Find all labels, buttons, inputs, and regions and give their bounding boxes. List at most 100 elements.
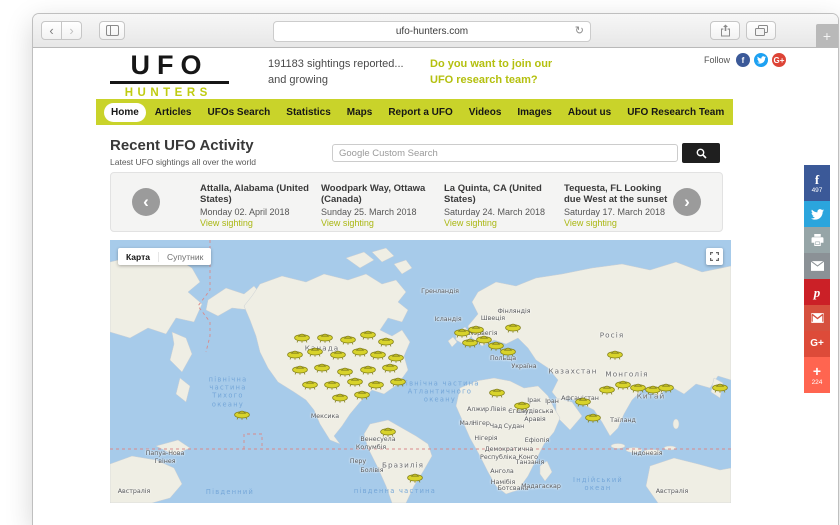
view-sighting-link[interactable]: View sighting [321,218,433,228]
ufo-sighting-marker[interactable] [607,347,623,360]
sightings-counter: 191183 sightings reported... and growing [268,57,404,89]
ufo-sighting-marker[interactable] [407,470,423,483]
ufo-sighting-marker[interactable] [354,387,370,400]
ufo-sighting-marker[interactable] [630,380,646,393]
sightings-counter-line2: and growing [268,73,404,89]
ufo-sighting-marker[interactable] [585,410,601,423]
view-sighting-link[interactable]: View sighting [564,218,676,228]
view-sighting-link[interactable]: View sighting [444,218,556,228]
ufo-sighting-marker[interactable] [380,424,396,437]
sidebar-toggle-button[interactable] [99,21,125,40]
sightings-map[interactable]: Карта Супутник ГренландіяКанадаРосіяІсла… [110,240,731,503]
ufo-sighting-marker[interactable] [378,334,394,347]
browser-share-button[interactable] [710,21,740,40]
browser-share-icon [720,24,731,37]
ufo-sighting-marker[interactable] [360,327,376,340]
forward-button[interactable]: › [61,21,82,40]
share-print-icon[interactable] [804,227,830,253]
map-type-map-button[interactable]: Карта [118,252,158,262]
pinterest-icon: p [814,286,821,299]
carousel-prev-button[interactable]: ‹ [132,188,160,216]
new-tab-button[interactable]: + [816,24,838,47]
share-email-icon[interactable] [804,253,830,279]
ufo-sighting-marker[interactable] [330,347,346,360]
nav-item-ufos-search[interactable]: UFOs Search [200,103,277,122]
ufo-sighting-marker[interactable] [370,347,386,360]
share-googleplus-icon[interactable]: G+ [804,331,830,357]
map-type-satellite-button[interactable]: Супутник [158,252,211,262]
ufo-sighting-marker[interactable] [317,330,333,343]
ufo-sighting-marker[interactable] [505,320,521,333]
page-content: UFO HUNTERS 191183 sightings reported...… [33,48,838,525]
view-sighting-link[interactable]: View sighting [200,218,312,228]
twitter-icon[interactable] [754,53,768,67]
nav-item-statistics[interactable]: Statistics [279,103,337,122]
googleplus-icon[interactable]: G+ [772,53,786,67]
social-share-rail: f497 p G++224 [804,165,830,393]
back-button[interactable]: ‹ [41,21,62,40]
ufo-sighting-marker[interactable] [615,377,631,390]
nav-item-home[interactable]: Home [104,103,146,122]
facebook-icon: f [815,173,819,186]
sighting-date: Monday 02. April 2018 [200,207,312,217]
ufo-sighting-marker[interactable] [658,380,674,393]
ufo-sighting-marker[interactable] [302,377,318,390]
nav-item-videos[interactable]: Videos [462,103,509,122]
ufo-sighting-marker[interactable] [382,360,398,373]
print-icon [811,234,824,246]
carousel-item: Woodpark Way, Ottawa (Canada)Sunday 25. … [321,183,433,228]
tabs-overview-button[interactable] [746,21,776,40]
ufo-sighting-marker[interactable] [294,330,310,343]
ufo-sighting-marker[interactable] [500,344,516,357]
share-pinterest-icon[interactable]: p [804,279,830,305]
tabs-icon [755,25,768,36]
ufo-sighting-marker[interactable] [292,362,308,375]
fullscreen-icon [710,252,719,261]
ufo-sighting-marker[interactable] [368,377,384,390]
nav-item-articles[interactable]: Articles [148,103,199,122]
nav-item-report-a-ufo[interactable]: Report a UFO [381,103,459,122]
carousel-item: La Quinta, CA (United States)Saturday 24… [444,183,556,228]
share-addthis-plus-icon[interactable]: +224 [804,357,830,393]
ufo-sighting-marker[interactable] [514,398,530,411]
ufo-sighting-marker[interactable] [352,344,368,357]
addthis-plus-icon: + [813,364,821,378]
search-button[interactable] [682,143,720,163]
carousel-next-button[interactable]: › [673,188,701,216]
sightings-counter-line1: 191183 sightings reported... [268,57,404,73]
plus-icon: + [823,28,831,44]
share-gmail-icon[interactable] [804,305,830,331]
url-bar[interactable]: ufo-hunters.com ↻ [273,21,591,42]
ufo-sighting-marker[interactable] [599,382,615,395]
nav-item-ufo-research-team[interactable]: UFO Research Team [620,103,731,122]
join-team-line1: Do you want to join our [430,57,552,73]
ufo-sighting-marker[interactable] [314,360,330,373]
nav-item-maps[interactable]: Maps [340,103,380,122]
join-team-text[interactable]: Do you want to join our UFO research tea… [430,57,552,89]
browser-toolbar: ‹ › ufo-hunters.com ↻ + [33,14,838,48]
ufo-sighting-marker[interactable] [347,374,363,387]
reload-icon[interactable]: ↻ [575,24,584,37]
site-logo[interactable]: UFO HUNTERS [110,52,222,99]
share-twitter-icon[interactable] [804,201,830,227]
search-input[interactable] [332,144,678,162]
share-facebook-icon[interactable]: f497 [804,165,830,201]
chevron-left-icon: ‹ [143,192,149,212]
ufo-sighting-marker[interactable] [332,390,348,403]
ufo-sighting-marker[interactable] [307,344,323,357]
ufo-sighting-marker[interactable] [324,377,340,390]
nav-item-about-us[interactable]: About us [561,103,618,122]
ufo-sighting-marker[interactable] [489,385,505,398]
twitter-icon [811,209,824,220]
ufo-sighting-marker[interactable] [234,407,250,420]
follow-label: Follow [704,55,730,65]
ufo-sighting-marker[interactable] [712,380,728,393]
sighting-title: Tequesta, FL Looking due West at the sun… [564,183,676,206]
facebook-icon[interactable]: f [736,53,750,67]
recent-sightings-carousel: ‹ › Attalla, Alabama (United States)Mond… [110,172,723,232]
ufo-sighting-marker[interactable] [575,394,591,407]
map-fullscreen-button[interactable] [706,248,723,265]
nav-item-images[interactable]: Images [510,103,558,122]
ufo-sighting-marker[interactable] [390,374,406,387]
ufo-sighting-marker[interactable] [287,347,303,360]
